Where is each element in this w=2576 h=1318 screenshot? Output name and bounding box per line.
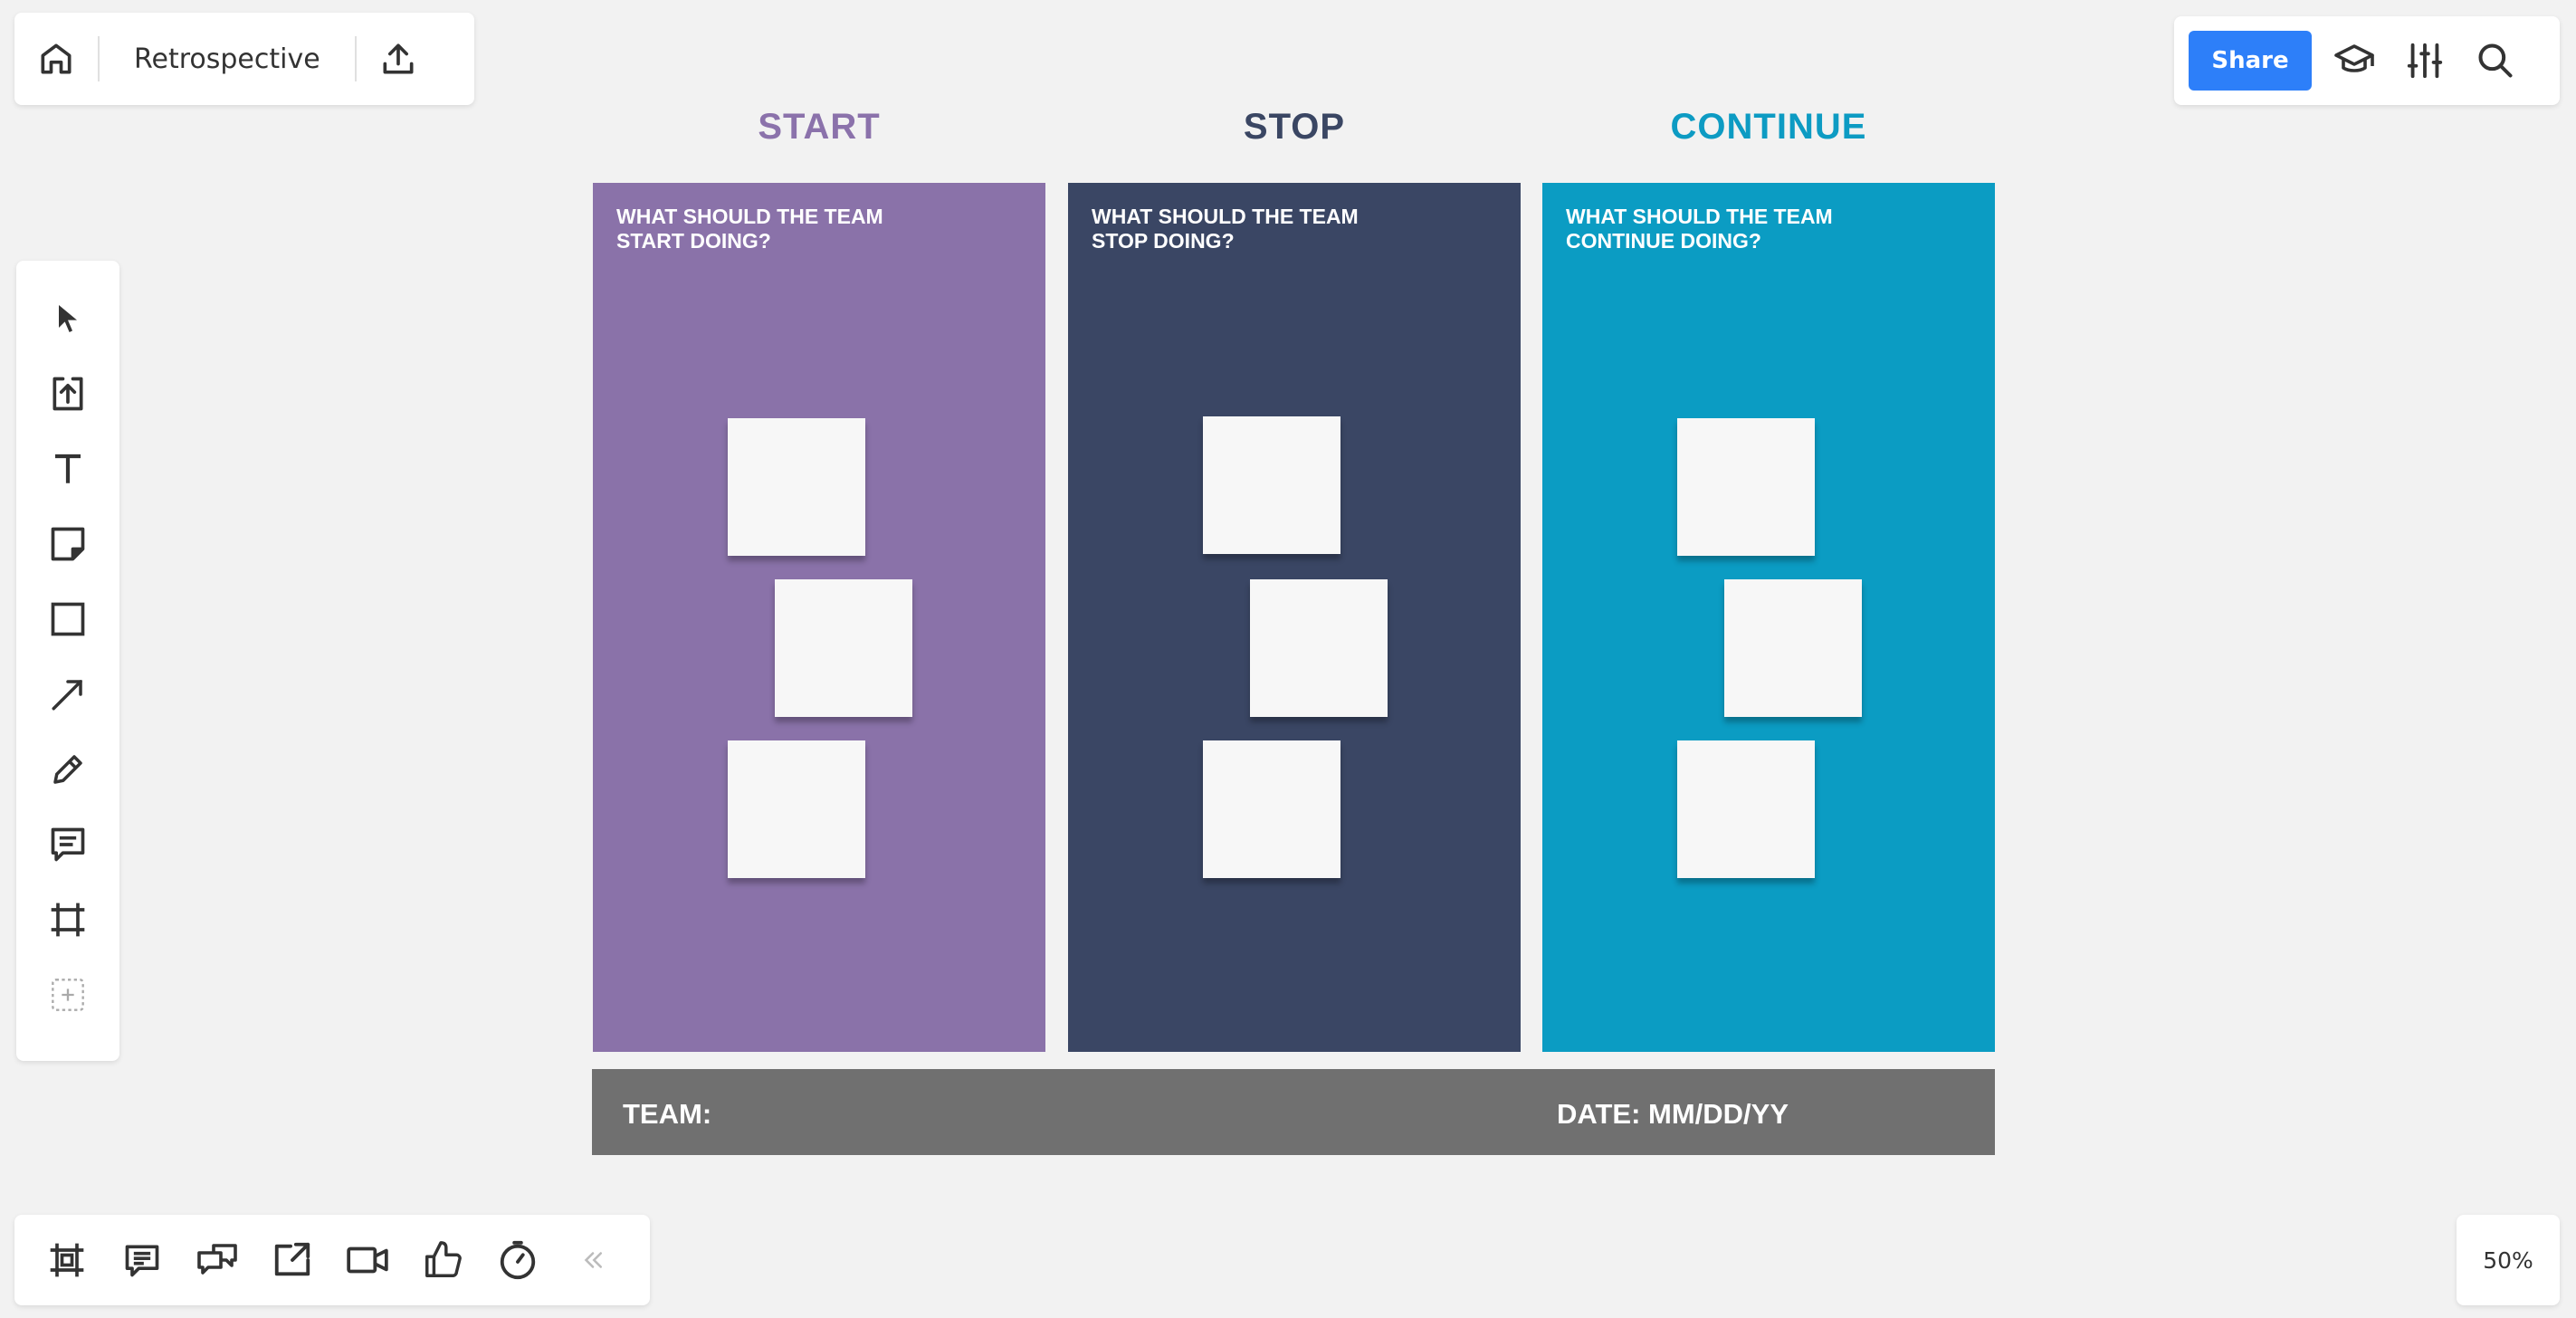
export-button[interactable]: [357, 13, 440, 105]
learn-icon: [2334, 44, 2374, 72]
export-icon: [383, 43, 414, 74]
sticky-note[interactable]: [1203, 416, 1340, 554]
home-button[interactable]: [14, 13, 98, 105]
sticky-note[interactable]: [1250, 579, 1388, 717]
arrow-line-icon: [52, 679, 82, 710]
comments-button[interactable]: [104, 1215, 179, 1305]
timer-icon: [500, 1240, 535, 1280]
column-prompt: WHAT SHOULD THE TEAM START DOING?: [616, 205, 883, 253]
sticky-note[interactable]: [728, 418, 865, 556]
voting-button[interactable]: [405, 1215, 480, 1305]
learn-button[interactable]: [2319, 16, 2390, 105]
settings-button[interactable]: [2390, 16, 2460, 105]
column-heading-start: START: [758, 107, 881, 147]
select-cursor-icon: [59, 304, 77, 332]
search-button[interactable]: [2460, 16, 2531, 105]
frames-button[interactable]: [29, 1215, 104, 1305]
pen-icon: [53, 754, 82, 784]
comment-icon: [51, 827, 85, 861]
sticky-note-icon: [51, 527, 85, 560]
collapse-icon: [584, 1252, 602, 1268]
select-tool[interactable]: [16, 281, 119, 356]
share-button[interactable]: Share: [2189, 31, 2312, 91]
home-icon: [41, 43, 72, 74]
comment-tool[interactable]: [16, 807, 119, 882]
date-label: DATE: MM/DD/YY: [1557, 1098, 1789, 1130]
video-button[interactable]: [329, 1215, 405, 1305]
column-prompt: WHAT SHOULD THE TEAM STOP DOING?: [1092, 205, 1359, 253]
frames-icon: [50, 1243, 83, 1277]
frame-tool[interactable]: [16, 882, 119, 957]
column-heading-stop: STOP: [1243, 107, 1346, 147]
column-start[interactable]: WHAT SHOULD THE TEAM START DOING?: [593, 183, 1045, 1052]
share-screen-button[interactable]: [254, 1215, 329, 1305]
vote-icon: [425, 1241, 462, 1277]
chat-icon: [196, 1244, 237, 1275]
sticky-note[interactable]: [1677, 740, 1815, 878]
board-header: Retrospective: [14, 13, 474, 105]
creation-toolbar: [16, 261, 119, 1061]
collapse-toolbar-button[interactable]: [555, 1215, 630, 1305]
rectangle-icon: [51, 602, 85, 635]
frame-icon: [51, 903, 85, 936]
timer-button[interactable]: [480, 1215, 555, 1305]
sticky-note[interactable]: [1203, 740, 1340, 878]
search-icon: [2478, 43, 2513, 78]
sticky-note-tool[interactable]: [16, 506, 119, 581]
sticky-note[interactable]: [1677, 418, 1815, 556]
more-tools-button[interactable]: [16, 957, 119, 1032]
comments-list-icon: [125, 1245, 158, 1277]
text-tool[interactable]: [16, 431, 119, 506]
top-right-toolbar: Share: [2174, 16, 2560, 105]
line-tool[interactable]: [16, 656, 119, 731]
share-screen-icon: [274, 1242, 310, 1276]
upload-icon: [52, 377, 83, 410]
add-more-icon: [52, 978, 84, 1011]
column-prompt: WHAT SHOULD THE TEAM CONTINUE DOING?: [1566, 205, 1833, 253]
column-stop[interactable]: WHAT SHOULD THE TEAM STOP DOING?: [1068, 183, 1521, 1052]
column-heading-continue: CONTINUE: [1670, 107, 1867, 147]
column-continue[interactable]: WHAT SHOULD THE TEAM CONTINUE DOING?: [1542, 183, 1995, 1052]
team-label: TEAM:: [623, 1098, 712, 1130]
board-title[interactable]: Retrospective: [100, 43, 355, 75]
sticky-note[interactable]: [728, 740, 865, 878]
video-icon: [346, 1246, 388, 1274]
settings-sliders-icon: [2407, 43, 2443, 79]
shape-tool[interactable]: [16, 581, 119, 656]
retro-footer[interactable]: TEAM: DATE: MM/DD/YY: [592, 1069, 1995, 1155]
sticky-note[interactable]: [1724, 579, 1862, 717]
zoom-level[interactable]: 50%: [2457, 1215, 2560, 1305]
collaboration-toolbar: [14, 1215, 650, 1305]
pen-tool[interactable]: [16, 731, 119, 807]
chat-button[interactable]: [179, 1215, 254, 1305]
text-icon: [55, 454, 81, 483]
upload-tool[interactable]: [16, 356, 119, 431]
sticky-note[interactable]: [775, 579, 912, 717]
